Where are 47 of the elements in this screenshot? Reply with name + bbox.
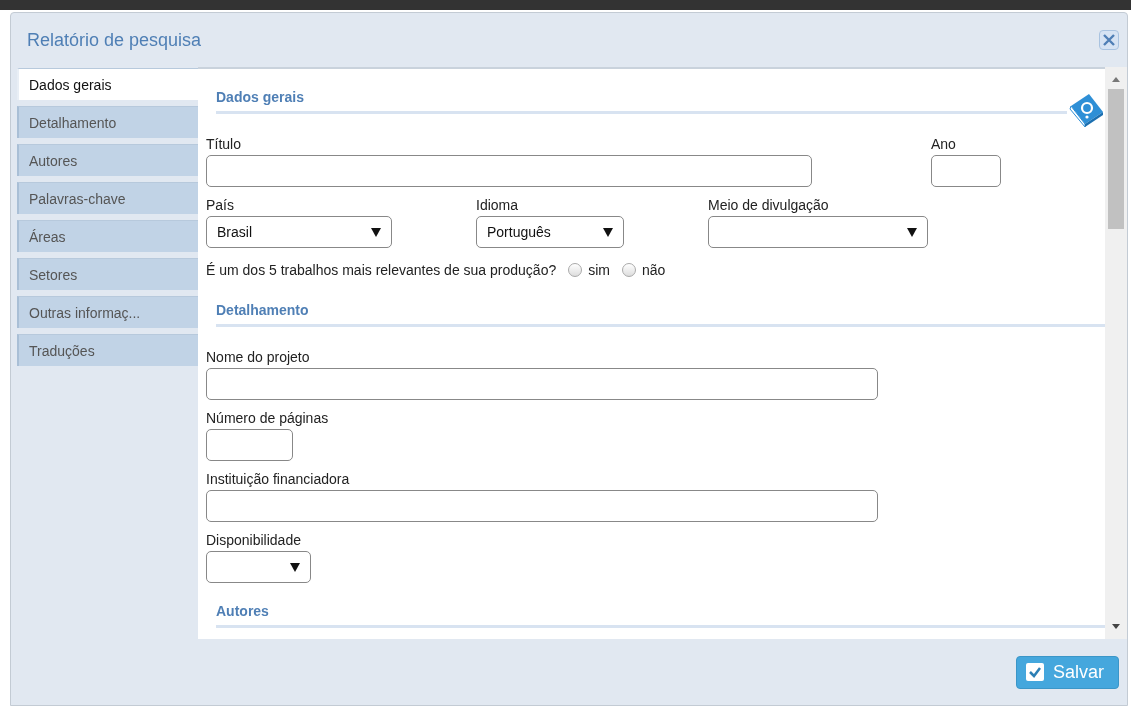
sidebar-tab[interactable]: Dados gerais bbox=[17, 68, 198, 100]
option-label: não bbox=[642, 262, 666, 278]
sidebar-tab[interactable]: Outras informaç... bbox=[17, 296, 198, 328]
caret-icon bbox=[603, 227, 613, 237]
sidebar-tab[interactable]: Setores bbox=[17, 258, 198, 290]
caret-icon bbox=[290, 562, 300, 572]
text-field[interactable] bbox=[931, 155, 1001, 187]
field-label: Disponibilidade bbox=[206, 532, 302, 548]
sidebar-tab[interactable]: Autores bbox=[17, 144, 198, 176]
dropdown[interactable]: Português bbox=[476, 216, 624, 248]
sidebar-tab[interactable]: Palavras-chave bbox=[17, 182, 198, 214]
check-icon bbox=[1024, 662, 1045, 682]
field-label: Nome do projeto bbox=[206, 349, 311, 365]
question-text: É um dos 5 trabalhos mais relevantes de sua produção? bbox=[206, 262, 557, 278]
text-field[interactable] bbox=[206, 429, 293, 461]
dropdown[interactable] bbox=[708, 216, 928, 248]
close-button[interactable] bbox=[1099, 30, 1119, 50]
dropdown[interactable] bbox=[206, 551, 311, 583]
section-heading: Detalhamento bbox=[216, 302, 1105, 327]
caret-icon bbox=[371, 227, 381, 237]
field-label: País bbox=[206, 197, 235, 213]
text-field[interactable] bbox=[206, 490, 878, 522]
radio-button[interactable] bbox=[568, 263, 583, 277]
section-heading: Autores bbox=[216, 603, 1105, 628]
field-label: Ano bbox=[931, 136, 957, 152]
field-label: Meio de divulgação bbox=[708, 197, 830, 213]
field-label: Idioma bbox=[476, 197, 520, 213]
scroll-up-icon[interactable] bbox=[1111, 75, 1121, 83]
text-field[interactable] bbox=[206, 155, 812, 187]
sidebar-tab[interactable]: Áreas bbox=[17, 220, 198, 252]
scroll-down-icon[interactable] bbox=[1111, 623, 1121, 631]
field-label: Número de páginas bbox=[206, 410, 329, 426]
scrollbar[interactable] bbox=[1105, 67, 1127, 639]
field-label: Instituição financiadora bbox=[206, 471, 351, 487]
option-label: sim bbox=[588, 262, 610, 278]
section-heading: Dados gerais bbox=[216, 89, 1067, 114]
text-field[interactable] bbox=[206, 368, 878, 400]
help-book-icon[interactable] bbox=[1067, 92, 1105, 128]
dialog-title: Relatório de pesquisa bbox=[27, 29, 202, 51]
scrollbar-thumb[interactable] bbox=[1108, 89, 1124, 229]
dropdown[interactable]: Brasil bbox=[206, 216, 392, 248]
save-button[interactable]: Salvar bbox=[1015, 655, 1119, 689]
sidebar-tab[interactable]: Traduções bbox=[17, 334, 198, 366]
field-label: Título bbox=[206, 136, 242, 152]
sidebar-tab[interactable]: Detalhamento bbox=[17, 106, 198, 138]
caret-icon bbox=[907, 227, 917, 237]
radio-button[interactable] bbox=[622, 263, 636, 277]
